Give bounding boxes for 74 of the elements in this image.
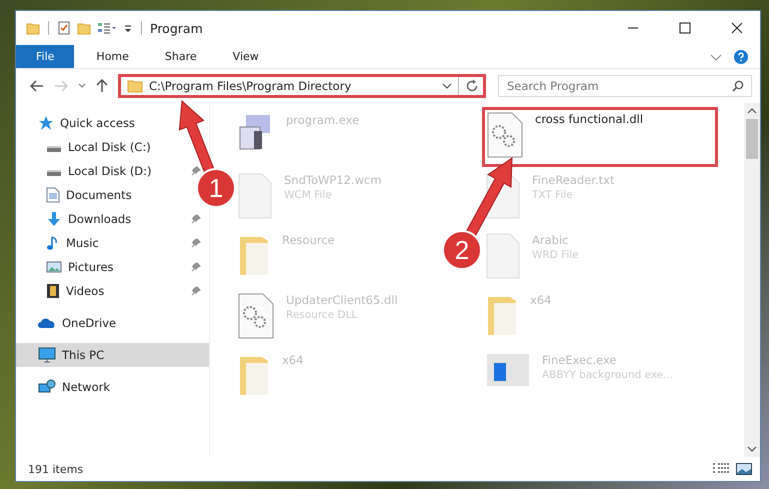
back-arrow-icon[interactable]	[30, 80, 44, 92]
scroll-up-icon[interactable]	[747, 107, 757, 115]
file-name: FineReader.txt	[532, 173, 614, 187]
item-count: 191 items	[28, 462, 84, 476]
recent-caret-icon[interactable]	[78, 83, 86, 89]
sidebar-label: OneDrive	[62, 316, 116, 330]
maximize-icon	[679, 22, 691, 34]
address-bar[interactable]: C:\Program Files\Program Directory	[118, 74, 486, 98]
network-icon	[38, 379, 56, 395]
large-icons-view-icon[interactable]	[736, 463, 752, 475]
gears-file-icon	[238, 293, 274, 339]
file-name: Resource	[282, 233, 335, 247]
close-icon	[731, 22, 743, 34]
properties-icon[interactable]	[57, 21, 71, 35]
list-icon[interactable]	[97, 21, 117, 35]
folder-icon	[127, 79, 143, 93]
pin-icon[interactable]	[191, 262, 201, 272]
file-name: program.exe	[286, 113, 360, 127]
search-icon	[732, 80, 744, 92]
sidebar-item[interactable]: Local Disk (D:)	[68, 164, 152, 178]
file-name: FineExec.exe	[542, 353, 618, 367]
pin-icon[interactable]	[191, 238, 201, 248]
callout-badge: 1	[196, 168, 236, 208]
document-icon	[46, 187, 60, 203]
up-arrow-icon[interactable]	[96, 79, 108, 93]
star-icon	[38, 115, 54, 131]
gears-file-icon	[487, 112, 523, 158]
file-name: UpdaterClient65.dll	[286, 293, 398, 307]
ribbon-tab[interactable]: Share	[150, 45, 211, 68]
window-title: Program	[150, 20, 203, 36]
pin-icon[interactable]	[191, 286, 201, 296]
film-strip-icon	[46, 283, 60, 299]
sidebar-item[interactable]: Downloads	[68, 212, 132, 226]
app-window-icon	[486, 353, 530, 387]
ribbon-tab[interactable]: File	[16, 45, 74, 68]
details-view-icon[interactable]	[712, 463, 730, 475]
scrollbar[interactable]	[744, 103, 760, 457]
sidebar-item[interactable]: Local Disk (C:)	[68, 140, 151, 154]
landscape-icon	[46, 260, 62, 274]
search-field[interactable]: Search Program	[498, 75, 752, 97]
scroll-down-icon[interactable]	[747, 445, 757, 453]
sidebar-label: Quick access	[60, 116, 135, 130]
download-arrow-icon	[46, 211, 62, 227]
cloud-icon	[38, 317, 56, 329]
sidebar-item[interactable]: Quick access	[16, 111, 209, 135]
ribbon-tab[interactable]: View	[218, 45, 273, 68]
file-name: x64	[530, 293, 552, 307]
dropdown-caret-icon[interactable]	[442, 83, 452, 89]
scroll-thumb[interactable]	[746, 119, 758, 159]
sidebar-label: Network	[62, 380, 110, 394]
blank-file-icon	[486, 233, 520, 279]
ribbon-tab[interactable]: Home	[82, 45, 143, 68]
music-note-icon	[46, 235, 60, 251]
address-path: C:\Program Files\Program Directory	[149, 79, 352, 93]
sidebar-item[interactable]: Music	[66, 236, 99, 250]
file-name: Arabic	[532, 233, 570, 247]
pin-icon[interactable]	[191, 214, 201, 224]
sidebar-item[interactable]: Network	[16, 375, 209, 399]
sidebar-item[interactable]: Documents	[66, 188, 132, 202]
monitor-icon	[38, 347, 56, 363]
pin-icon[interactable]	[191, 166, 201, 176]
sidebar-label: This PC	[62, 348, 104, 362]
sidebar-item[interactable]: Videos	[66, 284, 104, 298]
sidebar-item[interactable]: OneDrive	[16, 311, 209, 335]
help-icon[interactable]	[734, 50, 748, 64]
sidebar-item[interactable]: Pictures	[68, 260, 114, 274]
file-name: SndToWP12.wcm	[284, 173, 382, 187]
refresh-icon[interactable]	[465, 79, 479, 93]
blank-file-icon	[238, 173, 272, 219]
callout-badge: 2	[442, 230, 482, 270]
file-name: x64	[282, 353, 304, 367]
sidebar-item[interactable]: This PC	[16, 343, 209, 367]
file-name: cross functional.dll	[535, 112, 644, 126]
expand-ribbon-icon[interactable]	[710, 52, 722, 62]
